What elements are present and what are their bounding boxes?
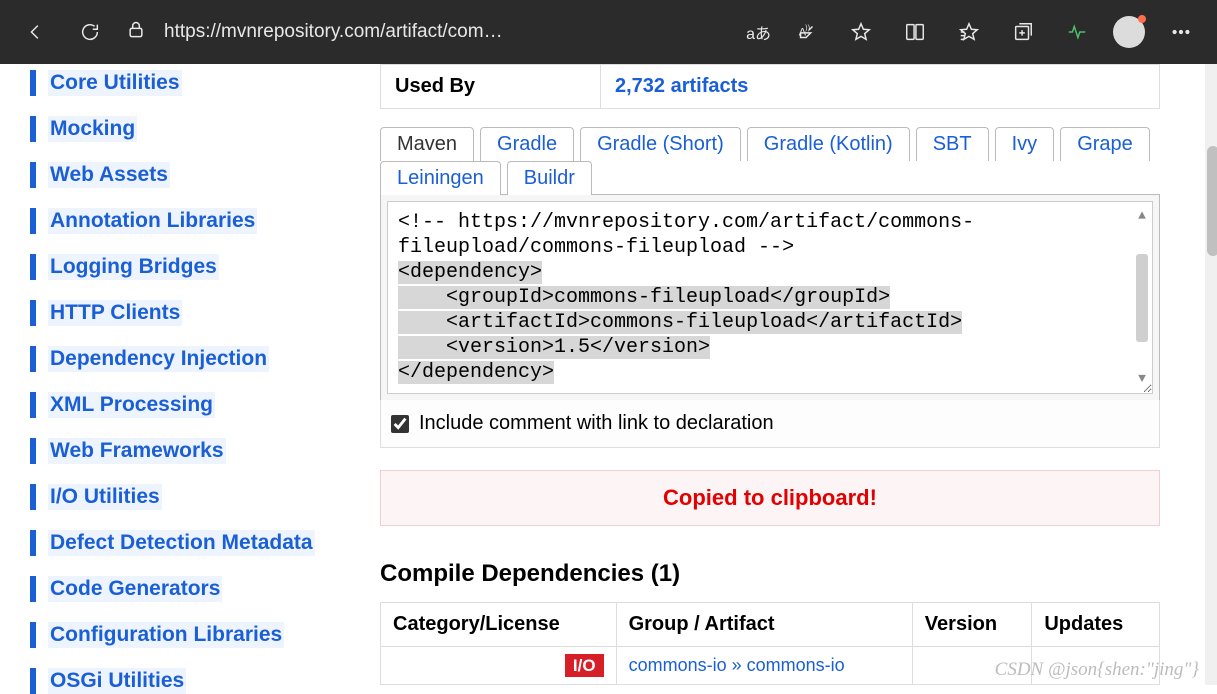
snippet-line: <version>1.5</version> — [398, 336, 710, 359]
build-tool-tabs: Maven Gradle Gradle (Short) Gradle (Kotl… — [380, 127, 1160, 161]
favorite-icon[interactable] — [843, 14, 879, 50]
artifact-link[interactable]: commons-io » commons-io — [629, 655, 845, 675]
sidebar-item-web-assets[interactable]: Web Assets — [30, 162, 380, 188]
sidebar-item-io-utilities[interactable]: I/O Utilities — [30, 484, 380, 510]
page-body: Core Utilities Mocking Web Assets Annota… — [0, 64, 1217, 685]
dependency-snippet[interactable]: <!-- https://mvnrepository.com/artifact/… — [387, 201, 1153, 394]
address-bar[interactable]: https://mvnrepository.com/artifact/com… — [126, 20, 728, 45]
tab-gradle[interactable]: Gradle — [480, 127, 574, 161]
svg-text:)): )) — [805, 23, 810, 32]
sidebar-item-label: Configuration Libraries — [48, 622, 284, 648]
sidebar-item-label: Web Frameworks — [48, 438, 226, 464]
snippet-container: <!-- https://mvnrepository.com/artifact/… — [380, 194, 1160, 401]
page-scrollbar[interactable] — [1205, 64, 1217, 685]
sidebar-item-label: Mocking — [48, 116, 137, 142]
snippet-scrollbar[interactable]: ▲ ▼ — [1134, 208, 1150, 387]
favorites-list-icon[interactable] — [951, 14, 987, 50]
sidebar-item-label: Dependency Injection — [48, 346, 269, 372]
sidebar-item-label: Code Generators — [48, 576, 222, 602]
used-by-label: Used By — [381, 65, 601, 109]
tab-leiningen[interactable]: Leiningen — [380, 161, 501, 195]
browser-chrome: https://mvnrepository.com/artifact/com… … — [0, 0, 1217, 64]
sidebar-item-mocking[interactable]: Mocking — [30, 116, 380, 142]
sidebar: Core Utilities Mocking Web Assets Annota… — [0, 64, 380, 685]
split-screen-icon[interactable] — [897, 14, 933, 50]
tab-grape[interactable]: Grape — [1060, 127, 1150, 161]
read-aloud-icon[interactable]: A)) — [789, 14, 825, 50]
translate-icon[interactable]: aあ — [746, 14, 771, 50]
sidebar-item-label: Annotation Libraries — [48, 208, 257, 234]
profile-avatar[interactable] — [1113, 16, 1145, 48]
col-updates: Updates — [1032, 603, 1160, 647]
snippet-comment: <!-- https://mvnrepository.com/artifact/… — [398, 211, 974, 259]
sidebar-item-label: Web Assets — [48, 162, 170, 188]
sidebar-item-annotation-libraries[interactable]: Annotation Libraries — [30, 208, 380, 234]
sidebar-item-configuration-libraries[interactable]: Configuration Libraries — [30, 622, 380, 648]
sidebar-item-xml-processing[interactable]: XML Processing — [30, 392, 380, 418]
build-tool-tabs-row2: Leiningen Buildr — [380, 161, 1160, 195]
tab-gradle-short[interactable]: Gradle (Short) — [580, 127, 741, 161]
copied-banner: Copied to clipboard! — [380, 470, 1160, 526]
browser-actions: aあ A)) — [746, 14, 1199, 50]
io-badge: I/O — [565, 654, 604, 677]
collections-icon[interactable] — [1005, 14, 1041, 50]
lock-icon — [126, 20, 146, 45]
performance-icon[interactable] — [1059, 14, 1095, 50]
col-group-artifact: Group / Artifact — [616, 603, 912, 647]
artifact-info-table: Used By 2,732 artifacts — [380, 64, 1160, 109]
sidebar-item-label: XML Processing — [48, 392, 215, 418]
include-comment-row[interactable]: Include comment with link to declaration — [380, 400, 1160, 448]
sidebar-item-label: Logging Bridges — [48, 254, 219, 280]
snippet-line: <artifactId>commons-fileupload</artifact… — [398, 311, 962, 334]
sidebar-item-label: HTTP Clients — [48, 300, 182, 326]
sidebar-item-label: Defect Detection Metadata — [48, 530, 315, 556]
copied-text: Copied to clipboard! — [663, 485, 877, 510]
back-button[interactable] — [18, 14, 54, 50]
used-by-link[interactable]: 2,732 artifacts — [615, 75, 748, 97]
scrollbar-thumb[interactable] — [1207, 146, 1217, 256]
sidebar-item-code-generators[interactable]: Code Generators — [30, 576, 380, 602]
include-comment-checkbox[interactable] — [391, 415, 409, 433]
url-text: https://mvnrepository.com/artifact/com… — [164, 21, 503, 43]
menu-icon[interactable] — [1163, 14, 1199, 50]
tab-sbt[interactable]: SBT — [916, 127, 989, 161]
refresh-button[interactable] — [72, 14, 108, 50]
snippet-line: <dependency> — [398, 261, 542, 284]
scroll-down-icon[interactable]: ▼ — [1138, 371, 1146, 387]
scroll-up-icon[interactable]: ▲ — [1138, 208, 1146, 224]
sidebar-item-label: Core Utilities — [48, 70, 182, 96]
col-category: Category/License — [381, 603, 617, 647]
sidebar-item-logging-bridges[interactable]: Logging Bridges — [30, 254, 380, 280]
tab-buildr[interactable]: Buildr — [507, 161, 592, 195]
col-version: Version — [912, 603, 1032, 647]
sidebar-item-label: OSGi Utilities — [48, 668, 186, 694]
sidebar-item-dependency-injection[interactable]: Dependency Injection — [30, 346, 380, 372]
tab-gradle-kotlin[interactable]: Gradle (Kotlin) — [747, 127, 910, 161]
sidebar-item-defect-detection[interactable]: Defect Detection Metadata — [30, 530, 380, 556]
tab-ivy[interactable]: Ivy — [995, 127, 1055, 161]
sidebar-item-core-utilities[interactable]: Core Utilities — [30, 70, 380, 96]
snippet-line: <groupId>commons-fileupload</groupId> — [398, 286, 890, 309]
snippet-line: </dependency> — [398, 361, 554, 384]
tab-maven[interactable]: Maven — [380, 127, 474, 161]
main-content: Used By 2,732 artifacts Maven Gradle Gra… — [380, 64, 1217, 685]
compile-dependencies-heading: Compile Dependencies (1) — [380, 560, 1207, 588]
sidebar-item-osgi-utilities[interactable]: OSGi Utilities — [30, 668, 380, 694]
watermark: CSDN @json{shen:"jing"} — [995, 659, 1199, 681]
sidebar-item-http-clients[interactable]: HTTP Clients — [30, 300, 380, 326]
sidebar-item-label: I/O Utilities — [48, 484, 162, 510]
sidebar-item-web-frameworks[interactable]: Web Frameworks — [30, 438, 380, 464]
include-comment-label: Include comment with link to declaration — [419, 412, 774, 435]
